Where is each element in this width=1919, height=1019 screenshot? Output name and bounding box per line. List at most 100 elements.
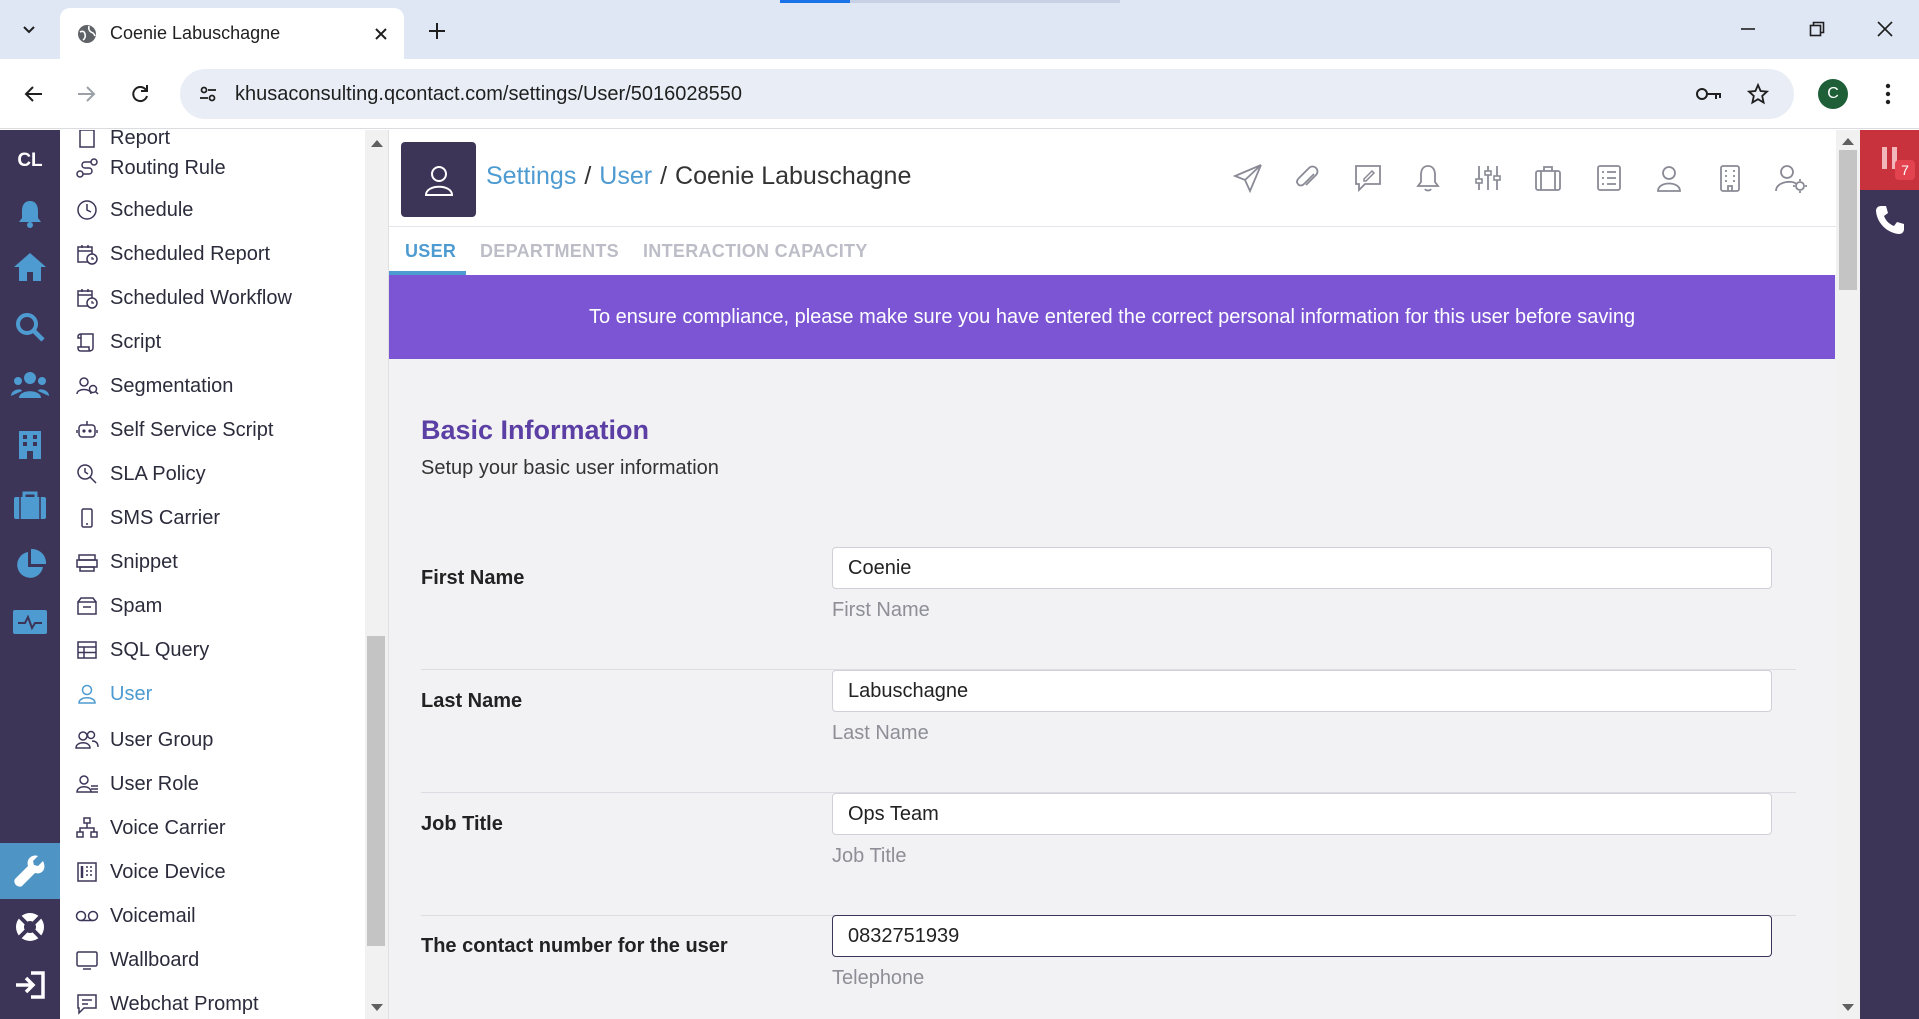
pie-chart-icon[interactable] [0,540,60,590]
logout-icon[interactable] [0,960,60,1010]
support-lifebuoy-icon[interactable] [0,902,60,952]
loading-progress [780,0,1120,3]
nav-item-label: Script [110,330,162,353]
nav-item-user-role[interactable]: User Role [60,766,365,802]
nav-item-schedule[interactable]: Schedule [60,192,365,228]
telephone-label: The contact number for the user [421,935,728,957]
briefcase-icon[interactable] [0,480,60,530]
user-icon [74,681,100,707]
more-menu-icon[interactable] [1870,76,1906,112]
scroll-down-arrow-icon[interactable] [371,1004,383,1011]
site-settings-icon[interactable] [194,80,222,108]
person-icon[interactable] [1651,160,1687,196]
nav-item-segmentation[interactable]: Segmentation [60,368,365,404]
nav-item-label: Snippet [110,550,178,573]
report-icon [74,130,100,151]
nav-item-user[interactable]: User [60,676,365,712]
nav-item-label: Segmentation [110,374,234,397]
globe-icon [76,23,98,45]
forward-arrow-icon[interactable] [68,76,104,112]
main-scrollbar[interactable] [1836,130,1860,1019]
building-outline-icon[interactable] [1712,160,1748,196]
robot-icon [74,417,100,443]
script-icon [74,329,100,355]
bell-icon[interactable] [0,188,60,238]
close-window-icon[interactable] [1862,10,1908,48]
home-icon[interactable] [0,242,60,292]
nav-item-sql-query[interactable]: SQL Query [60,632,365,668]
field-row-first-name: First Name First Name [421,547,1796,670]
monitor-activity-icon[interactable] [0,598,60,648]
nav-item-user-group[interactable]: User Group [60,722,365,758]
search-icon[interactable] [0,302,60,352]
password-key-icon[interactable] [1694,80,1724,108]
breadcrumb-settings-link[interactable]: Settings [486,162,576,190]
tab-search-chevron-icon[interactable] [12,12,46,46]
nav-item-voicemail[interactable]: Voicemail [60,898,365,934]
last-name-help: Last Name [832,722,929,744]
restore-window-icon[interactable] [1794,10,1840,48]
nav-item-label: User Group [110,728,214,751]
telephone-input[interactable] [832,915,1772,957]
nav-item-label: Self Service Script [110,418,274,441]
first-name-input[interactable] [832,547,1772,589]
nav-item-voice-carrier[interactable]: Voice Carrier [60,810,365,846]
job-title-input[interactable] [832,793,1772,835]
back-arrow-icon[interactable] [16,76,52,112]
new-tab-plus-icon[interactable] [420,14,454,48]
bookmark-star-icon[interactable] [1743,80,1773,108]
scroll-up-arrow-icon[interactable] [1842,138,1854,145]
nav-item-self-service-script[interactable]: Self Service Script [60,412,365,448]
bell-outline-icon[interactable] [1410,160,1446,196]
last-name-input[interactable] [832,670,1772,712]
mobile-icon [74,505,100,531]
nav-item-sla-policy[interactable]: SLA Policy [60,456,365,492]
last-name-label: Last Name [421,690,523,712]
calendar-clock-icon [74,241,100,267]
breadcrumb-user-link[interactable]: User [599,162,652,190]
tab-departments[interactable]: DEPARTMENTS [480,241,619,262]
calendar-clock-icon [74,285,100,311]
contacts-group-icon[interactable] [0,360,60,410]
url-text: khusaconsulting.qcontact.com/settings/Us… [235,83,742,105]
nav-item-webchat-prompt[interactable]: Webchat Prompt [60,986,365,1019]
close-tab-icon[interactable] [368,21,394,47]
browser-tab[interactable]: Coenie Labuschagne [60,8,404,59]
nav-item-wallboard[interactable]: Wallboard [60,942,365,978]
scroll-up-arrow-icon[interactable] [371,140,383,147]
breadcrumb: Settings / User / Coenie Labuschagne [486,162,911,191]
building-icon[interactable] [0,420,60,470]
note-edit-icon[interactable] [1350,160,1386,196]
spam-icon [74,593,100,619]
tab-interaction-capacity[interactable]: INTERACTION CAPACITY [643,241,868,262]
nav-item-routing-rule[interactable]: Routing Rule [60,150,365,186]
tab-user[interactable]: USER [405,241,456,262]
user-initials[interactable]: CL [0,150,60,172]
wrench-settings-icon[interactable] [0,843,60,899]
nav-item-voice-device[interactable]: Voice Device [60,854,365,890]
nav-item-sms-carrier[interactable]: SMS Carrier [60,500,365,536]
pause-button[interactable]: 7 [1860,130,1919,190]
briefcase-outline-icon[interactable] [1530,160,1566,196]
monitor-icon [74,947,100,973]
minimize-window-icon[interactable] [1725,10,1771,48]
address-bar[interactable]: khusaconsulting.qcontact.com/settings/Us… [180,69,1794,119]
list-icon[interactable] [1591,160,1627,196]
scroll-down-arrow-icon[interactable] [1842,1004,1854,1011]
nav-item-scheduled-workflow[interactable]: Scheduled Workflow [60,280,365,316]
send-icon[interactable] [1230,160,1266,196]
settings-nav-list: Report Routing Rule Schedule Scheduled R… [60,130,365,1019]
profile-avatar[interactable]: C [1818,79,1848,109]
nav-item-snippet[interactable]: Snippet [60,544,365,580]
nav-scrollbar-thumb[interactable] [367,636,385,946]
sliders-icon[interactable] [1470,160,1506,196]
main-scrollbar-thumb[interactable] [1839,150,1857,290]
paperclip-icon[interactable] [1289,160,1325,196]
phone-icon[interactable] [1860,190,1919,250]
nav-item-scheduled-report[interactable]: Scheduled Report [60,236,365,272]
nav-item-spam[interactable]: Spam [60,588,365,624]
nav-item-script[interactable]: Script [60,324,365,360]
user-settings-icon[interactable] [1773,160,1809,196]
reload-icon[interactable] [122,76,158,112]
nav-scrollbar[interactable] [365,130,389,1019]
